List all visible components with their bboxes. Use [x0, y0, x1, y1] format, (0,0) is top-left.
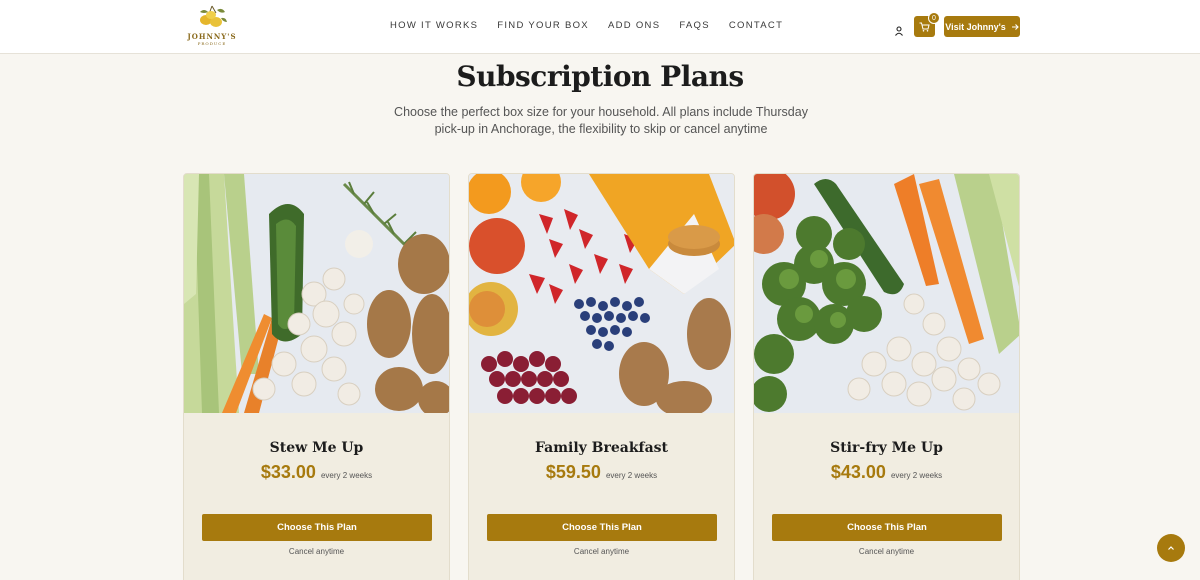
cancel-note: Cancel anytime [573, 547, 630, 556]
plan-card-stir-fry-me-up: Stir-fry Me Up $43.00 every 2 weeks Choo… [753, 173, 1020, 580]
visit-johnnys-button[interactable]: Visit Johnny's [944, 16, 1020, 37]
scroll-to-top-button[interactable] [1157, 534, 1185, 562]
plan-image-stir-fry [754, 174, 1019, 413]
plan-frequency: every 2 weeks [605, 471, 658, 480]
nav-add-ons[interactable]: ADD ONS [608, 20, 660, 31]
logo[interactable]: JOHNNY'S PRODUCE [186, 4, 238, 52]
price-row: $43.00 every 2 weeks [754, 462, 1019, 483]
chevron-up-icon [1168, 546, 1174, 550]
choose-plan-button[interactable]: Choose This Plan [202, 514, 432, 541]
lemon-logo-icon [200, 5, 227, 27]
nav-contact[interactable]: CONTACT [729, 20, 783, 31]
nav-find-your-box[interactable]: FIND YOUR BOX [497, 20, 589, 31]
cancel-note: Cancel anytime [858, 547, 915, 556]
plan-price: $59.50 [545, 462, 601, 482]
nav-how-it-works[interactable]: HOW IT WORKS [390, 20, 478, 31]
nav-faqs[interactable]: FAQS [679, 20, 710, 31]
plan-image-breakfast [469, 174, 734, 413]
plan-name: Family Breakfast [534, 440, 669, 456]
main-nav: HOW IT WORKS FIND YOUR BOX ADD ONS FAQS … [390, 20, 783, 31]
cart-count-badge: 0 [928, 12, 940, 24]
cancel-note: Cancel anytime [288, 547, 345, 556]
site-header: JOHNNY'S PRODUCE HOW IT WORKS FIND YOUR … [0, 0, 1200, 54]
arrow-right-icon [1011, 23, 1019, 30]
plan-frequency: every 2 weeks [890, 471, 943, 480]
logo-subtext: PRODUCE [197, 41, 227, 46]
visit-button-label: Visit Johnny's [945, 21, 1006, 32]
choose-plan-button[interactable]: Choose This Plan [772, 514, 1002, 541]
user-icon[interactable] [894, 21, 904, 40]
plan-card-family-breakfast: Family Breakfast $59.50 every 2 weeks Ch… [468, 173, 735, 580]
choose-plan-button[interactable]: Choose This Plan [487, 514, 717, 541]
price-row: $33.00 every 2 weeks [184, 462, 449, 483]
logo-text: JOHNNY'S [187, 32, 237, 41]
page-title: Subscription Plans [456, 60, 744, 93]
price-row: $59.50 every 2 weeks [469, 462, 734, 483]
plan-price: $43.00 [830, 462, 886, 482]
plan-name: Stir-fry Me Up [830, 440, 943, 456]
page-subtitle: Choose the perfect box size for your hou… [394, 105, 808, 136]
cart-icon [919, 22, 930, 32]
plan-price: $33.00 [260, 462, 316, 482]
plan-card-stew-me-up: Stew Me Up $33.00 every 2 weeks Choose T… [183, 173, 450, 580]
plan-image-vegetables [184, 174, 449, 413]
plan-name: Stew Me Up [269, 440, 364, 456]
plan-frequency: every 2 weeks [320, 471, 373, 480]
